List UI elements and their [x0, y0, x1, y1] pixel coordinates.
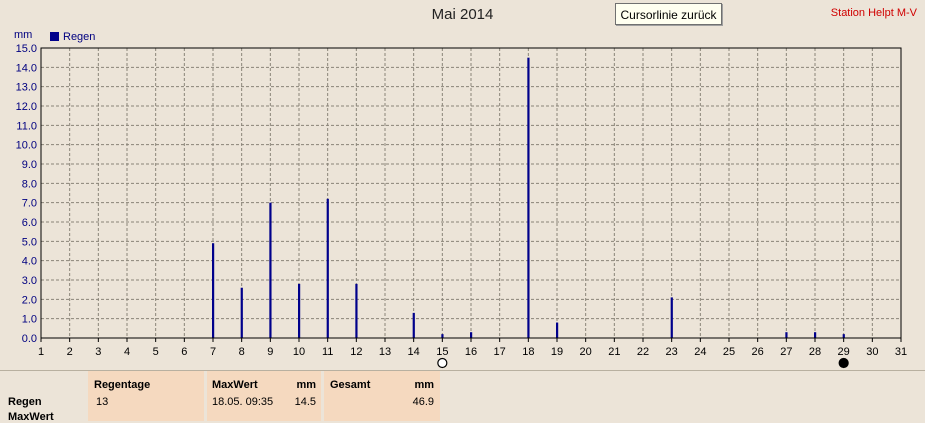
maxwert-unit: mm	[296, 379, 316, 391]
cursor-marker-open[interactable]	[437, 357, 448, 369]
cursor-marker-filled[interactable]	[838, 357, 849, 369]
x-tick-label: 6	[181, 346, 187, 358]
x-tick-label: 10	[293, 346, 305, 358]
y-tick-label: 1.0	[22, 314, 37, 326]
y-tick-label: 13.0	[16, 82, 37, 94]
x-tick-label: 23	[666, 346, 678, 358]
x-tick-label: 13	[379, 346, 391, 358]
x-tick-label: 14	[408, 346, 420, 358]
rain-bar	[355, 283, 358, 338]
rain-bar	[527, 57, 530, 339]
x-tick-label: 11	[322, 346, 333, 358]
plot-svg: 0.01.02.03.04.05.06.07.08.09.010.011.012…	[16, 43, 907, 369]
y-tick-label: 0.0	[22, 333, 37, 345]
y-tick-label: 10.0	[16, 140, 37, 152]
cursor-markers[interactable]	[437, 357, 849, 369]
x-tick-label: 16	[465, 346, 477, 358]
rain-bar	[470, 332, 473, 338]
x-tick-label: 31	[895, 346, 907, 358]
row-label-maxwert: MaxWert	[8, 411, 54, 423]
x-tick-label: 18	[522, 346, 534, 358]
y-tick-label: 12.0	[16, 101, 37, 113]
x-tick-label: 26	[752, 346, 764, 358]
rain-bar	[842, 334, 845, 338]
x-tick-label: 3	[95, 346, 101, 358]
gesamt-block: Gesamt mm 46.9	[324, 371, 440, 421]
rain-bar	[240, 287, 243, 338]
rain-bar	[326, 198, 329, 338]
x-tick-label: 22	[637, 346, 649, 358]
y-tick-label: 15.0	[16, 43, 37, 55]
x-tick-label: 27	[780, 346, 792, 358]
x-tick-label: 25	[723, 346, 735, 358]
rain-bar	[814, 332, 817, 338]
y-tick-label: 14.0	[16, 62, 37, 74]
rain-bar	[212, 243, 215, 338]
regentage-block: Regentage 13	[88, 371, 204, 421]
x-tick-label: 17	[494, 346, 506, 358]
x-tick-label: 1	[38, 346, 44, 358]
rain-bar	[670, 297, 673, 338]
x-tick-label: 9	[267, 346, 273, 358]
y-tick-label: 3.0	[22, 275, 37, 287]
x-tick-label: 24	[694, 346, 706, 358]
gesamt-value: 46.9	[412, 396, 434, 408]
x-tick-label: 29	[838, 346, 850, 358]
x-tick-label: 28	[809, 346, 821, 358]
x-tick-label: 5	[153, 346, 159, 358]
x-tick-label: 15	[436, 346, 448, 358]
regentage-header: Regentage	[94, 379, 151, 391]
gesamt-header: Gesamt	[330, 379, 371, 391]
x-tick-label: 2	[67, 346, 73, 358]
gesamt-unit: mm	[414, 379, 434, 391]
x-tick-label: 12	[350, 346, 362, 358]
y-tick-label: 11.0	[16, 120, 37, 132]
rain-bar	[412, 312, 415, 338]
maxwert-block: MaxWert mm 18.05. 09:35 14.5	[207, 371, 321, 421]
rain-bar	[269, 202, 272, 338]
rain-bar	[556, 322, 559, 338]
y-tick-label: 8.0	[22, 178, 37, 190]
x-tick-label: 19	[551, 346, 563, 358]
maxwert-time: 18.05. 09:35	[212, 396, 274, 408]
x-tick-label: 7	[210, 346, 216, 358]
y-tick-label: 2.0	[22, 294, 37, 306]
chart-area: Mai 2014 Cursorlinie zurück Station Help…	[0, 0, 925, 370]
x-tick-label: 8	[239, 346, 245, 358]
y-tick-label: 6.0	[22, 217, 37, 229]
row-label-regen: Regen	[8, 396, 42, 408]
x-tick-label: 20	[580, 346, 592, 358]
rain-bar	[298, 283, 301, 338]
maxwert-value: 14.5	[294, 396, 316, 408]
regentage-value: 13	[96, 396, 109, 408]
x-tick-label: 4	[124, 346, 130, 358]
rain-bar	[785, 332, 788, 338]
y-tick-label: 5.0	[22, 236, 37, 248]
x-tick-label: 21	[608, 346, 620, 358]
maxwert-header: MaxWert	[212, 379, 258, 391]
y-tick-label: 7.0	[22, 198, 37, 210]
rain-bar	[441, 334, 444, 338]
y-tick-label: 4.0	[22, 256, 37, 268]
y-tick-label: 9.0	[22, 159, 37, 171]
x-tick-label: 30	[866, 346, 878, 358]
summary-panel: Regen MaxWert Regentage 13 MaxWert mm 18…	[0, 370, 925, 423]
